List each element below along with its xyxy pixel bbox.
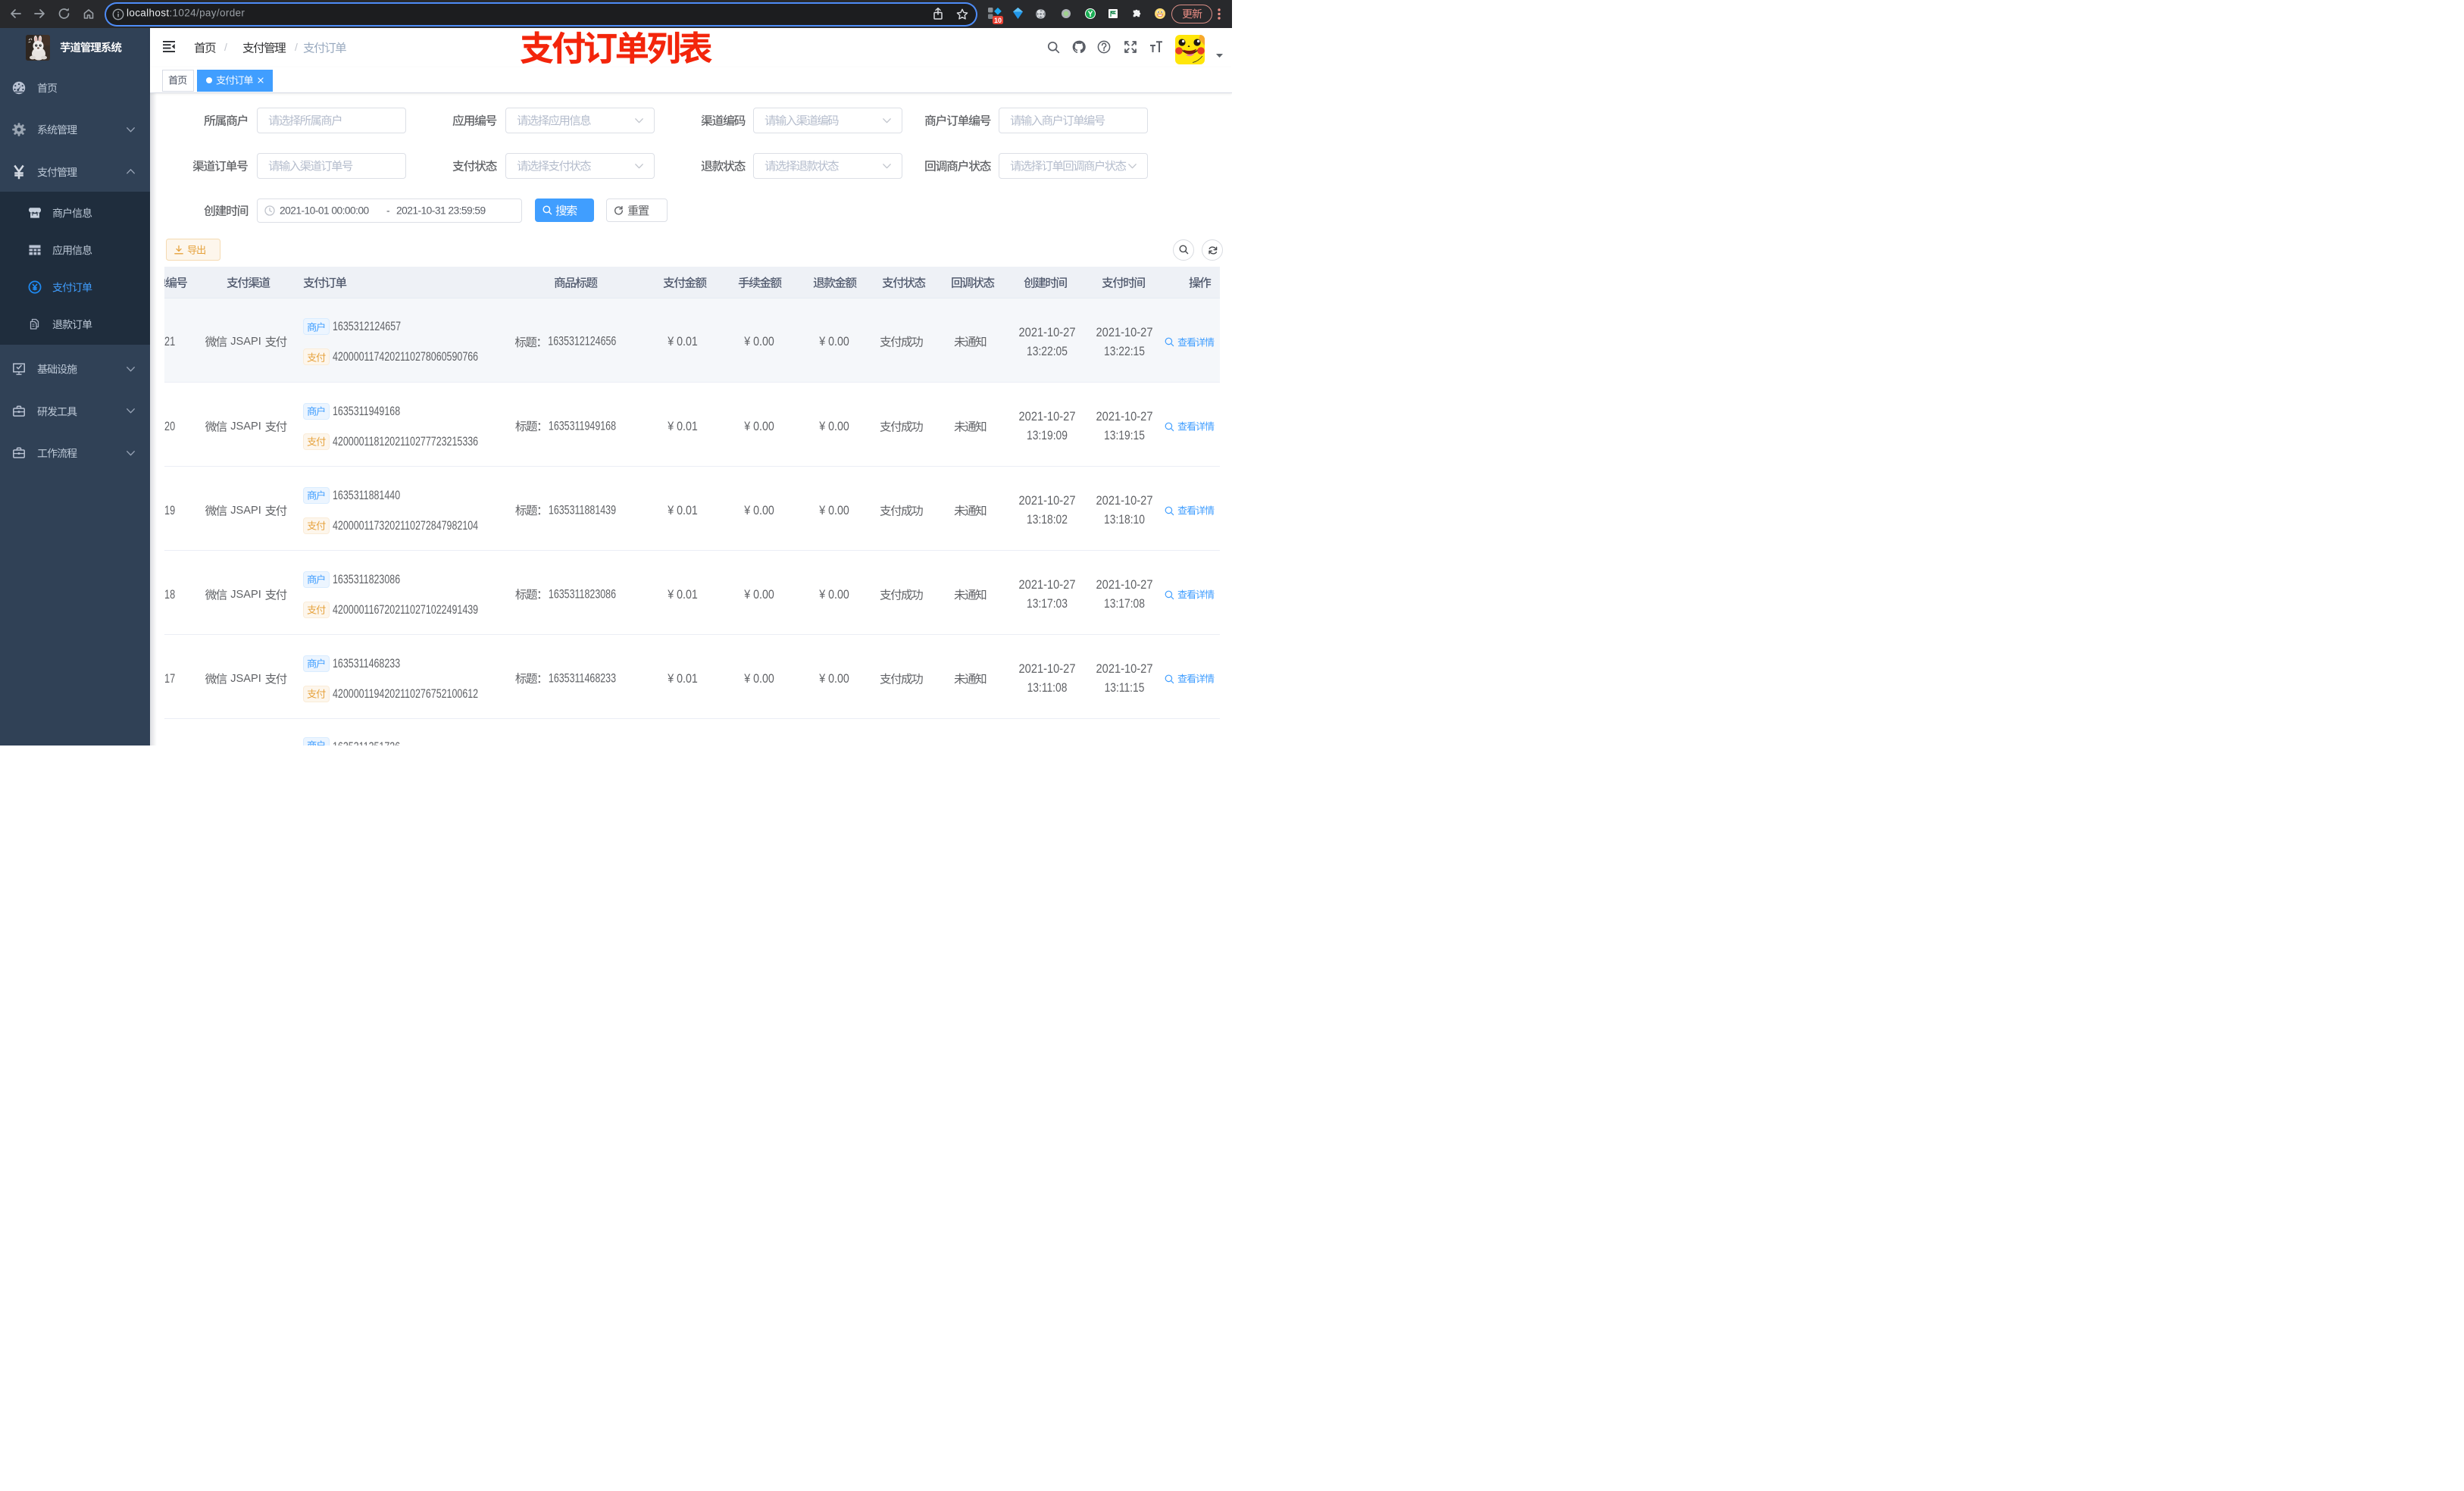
svg-text:10: 10 — [994, 17, 1002, 24]
